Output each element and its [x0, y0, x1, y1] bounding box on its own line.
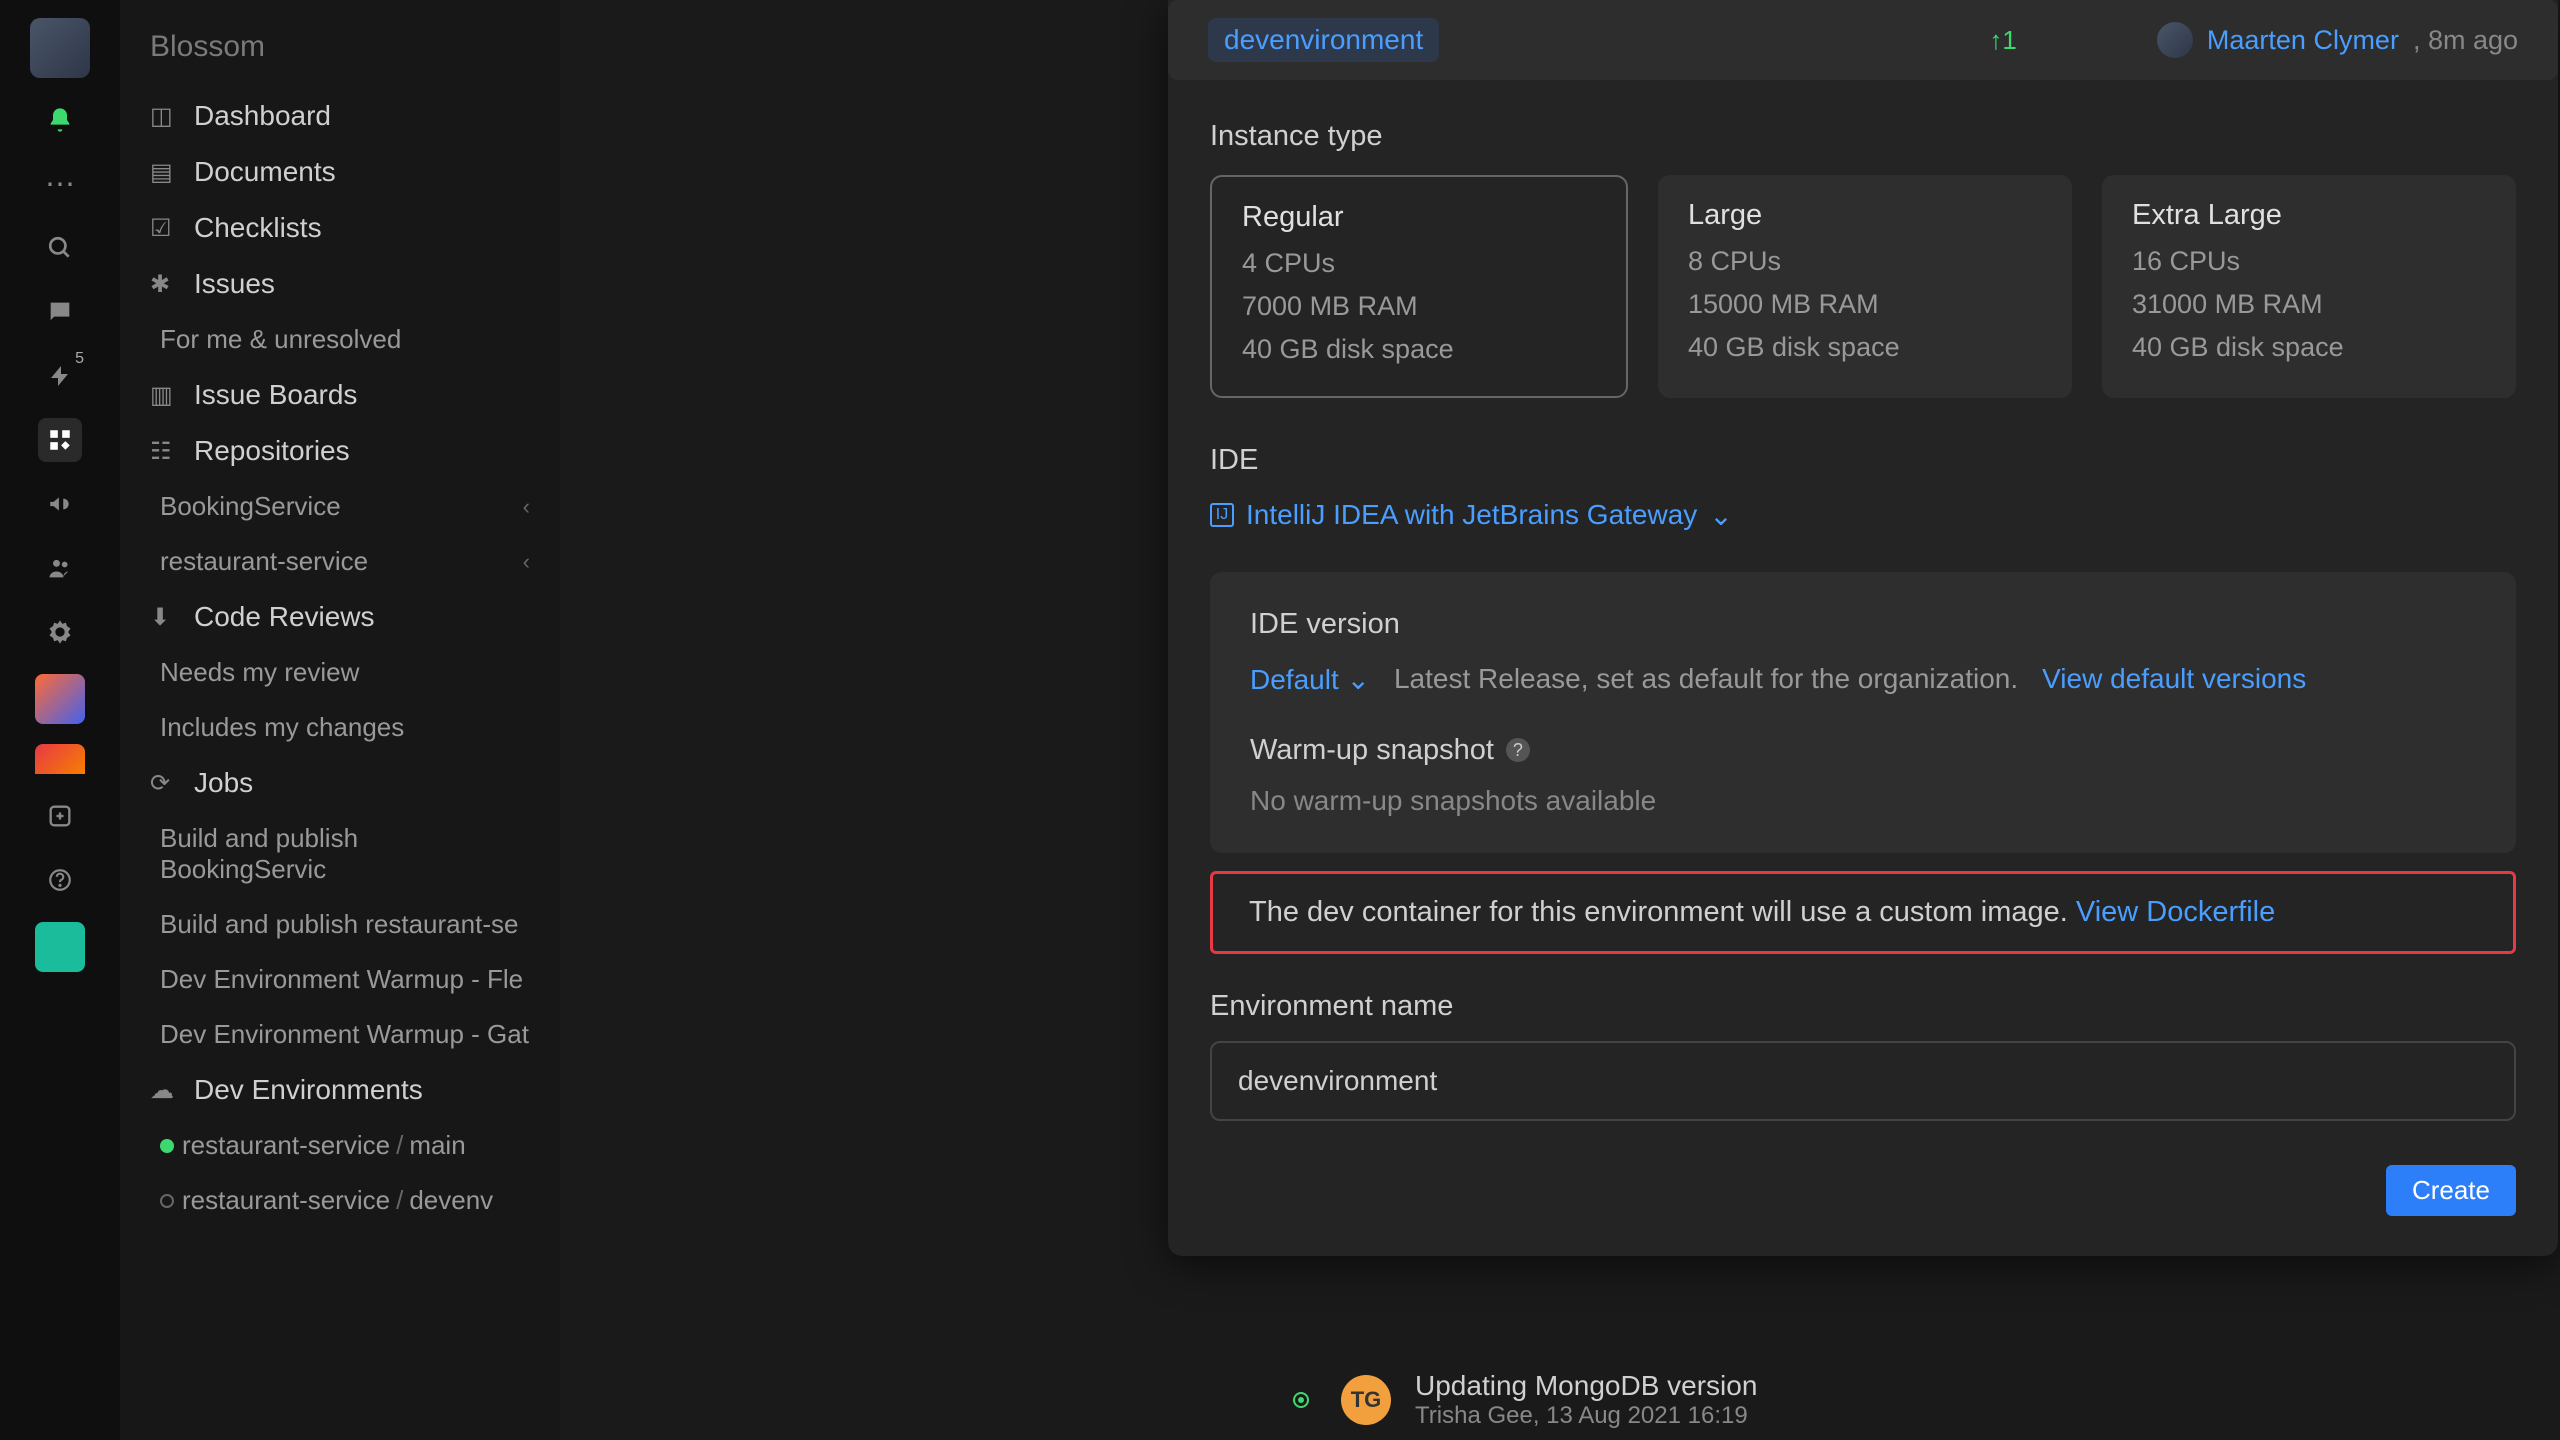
modal-header-row: devenvironment ↑1 Maarten Clymer , 8m ag…: [1168, 0, 2558, 80]
help-icon[interactable]: [38, 858, 82, 902]
nav-dashboard[interactable]: ◫Dashboard: [120, 88, 560, 144]
nav-jobs[interactable]: ⟳Jobs: [120, 755, 560, 811]
author-time: , 8m ago: [2413, 25, 2518, 56]
instance-regular[interactable]: Regular 4 CPUs 7000 MB RAM 40 GB disk sp…: [1210, 175, 1628, 398]
status-dot-empty: [160, 1194, 174, 1208]
nav-job-4[interactable]: Dev Environment Warmup - Gat: [120, 1007, 560, 1062]
nav-needs-review[interactable]: Needs my review: [120, 645, 560, 700]
search-icon[interactable]: [38, 226, 82, 270]
nav-issues-filter[interactable]: For me & unresolved: [120, 312, 560, 367]
icon-rail: ⋯ 5: [0, 0, 120, 1440]
author-info: Maarten Clymer , 8m ago: [2157, 22, 2518, 58]
settings-icon[interactable]: [38, 610, 82, 654]
ide-version-desc: Latest Release, set as default for the o…: [1394, 663, 2018, 695]
nav-dev-envs[interactable]: ☁Dev Environments: [120, 1062, 560, 1118]
ide-version-label: IDE version: [1250, 608, 2476, 641]
nav-checklists[interactable]: ☑Checklists: [120, 200, 560, 256]
more-icon[interactable]: ⋯: [38, 162, 82, 206]
add-workspace-icon[interactable]: [38, 794, 82, 838]
bolt-badge: 5: [75, 350, 84, 368]
branch-tag[interactable]: devenvironment: [1208, 18, 1439, 62]
env-name-input[interactable]: [1210, 1041, 2516, 1121]
nav-code-reviews[interactable]: ⬇Code Reviews: [120, 589, 560, 645]
main-area: Settings Open in IDE Clone... Filter by …: [560, 0, 2560, 1440]
commit-avatar: TG: [1341, 1375, 1391, 1425]
nav-issue-boards[interactable]: ▥Issue Boards: [120, 367, 560, 423]
help-icon[interactable]: ?: [1506, 738, 1530, 762]
commits-ahead: ↑1: [1989, 25, 2016, 56]
nav-env-1[interactable]: restaurant-service/main: [120, 1118, 560, 1173]
ide-version-dropdown[interactable]: Default ⌄: [1250, 663, 1370, 696]
create-dev-env-modal: devenvironment ↑1 Maarten Clymer , 8m ag…: [1168, 0, 2558, 1256]
instance-type-label: Instance type: [1210, 120, 2516, 153]
chevron-left-icon: ‹: [523, 494, 530, 520]
author-name[interactable]: Maarten Clymer: [2207, 25, 2399, 56]
instance-type-cards: Regular 4 CPUs 7000 MB RAM 40 GB disk sp…: [1210, 175, 2516, 398]
intellij-icon: IJ: [1210, 503, 1234, 527]
workspace-icon-1[interactable]: [35, 674, 85, 724]
nav-issues[interactable]: ✱Issues: [120, 256, 560, 312]
project-name: Blossom: [120, 30, 560, 88]
ide-selector[interactable]: IJ IntelliJ IDEA with JetBrains Gateway …: [1210, 499, 1733, 532]
commit-author-date: Trisha Gee, 13 Aug 2021 16:19: [1415, 1402, 1757, 1430]
nav-job-3[interactable]: Dev Environment Warmup - Fle: [120, 952, 560, 1007]
nav-env-2[interactable]: restaurant-service/devenv: [120, 1173, 560, 1228]
env-name-section: Environment name: [1168, 990, 2558, 1121]
chat-icon[interactable]: [38, 290, 82, 334]
team-icon[interactable]: [38, 546, 82, 590]
megaphone-icon[interactable]: [38, 482, 82, 526]
workspace-icon-2[interactable]: [35, 744, 85, 774]
create-button[interactable]: Create: [2386, 1165, 2516, 1216]
chevron-left-icon: ‹: [523, 549, 530, 575]
commit-graph-dot: [1295, 1394, 1307, 1406]
ide-config-box: IDE version Default ⌄ Latest Release, se…: [1210, 572, 2516, 853]
notifications-icon[interactable]: [38, 98, 82, 142]
env-name-label: Environment name: [1210, 990, 2516, 1023]
bolt-icon[interactable]: 5: [38, 354, 82, 398]
nav-repo-booking[interactable]: BookingService‹: [120, 479, 560, 534]
user-avatar[interactable]: [30, 18, 90, 78]
view-dockerfile-link[interactable]: View Dockerfile: [2076, 896, 2275, 928]
apps-icon[interactable]: [38, 418, 82, 462]
commit-msg: Updating MongoDB version: [1415, 1370, 1757, 1402]
view-versions-link[interactable]: View default versions: [2042, 663, 2306, 695]
nav-job-1[interactable]: Build and publish BookingServic: [120, 811, 560, 897]
sidebar: Blossom ◫Dashboard ▤Documents ☑Checklist…: [120, 0, 560, 1440]
nav-job-2[interactable]: Build and publish restaurant-se: [120, 897, 560, 952]
ide-label: IDE: [1210, 444, 2516, 477]
chevron-down-icon: ⌄: [1709, 499, 1732, 532]
status-dot-green: [160, 1139, 174, 1153]
nav-documents[interactable]: ▤Documents: [120, 144, 560, 200]
workspace-icon-teal[interactable]: [35, 922, 85, 972]
no-warmup-text: No warm-up snapshots available: [1250, 785, 2476, 817]
nav-repositories[interactable]: ☷Repositories: [120, 423, 560, 479]
chevron-down-icon: ⌄: [1347, 664, 1370, 695]
nav-my-changes[interactable]: Includes my changes: [120, 700, 560, 755]
instance-large[interactable]: Large 8 CPUs 15000 MB RAM 40 GB disk spa…: [1658, 175, 2072, 398]
author-avatar: [2157, 22, 2193, 58]
dockerfile-notice: The dev container for this environment w…: [1210, 871, 2516, 954]
commit-row[interactable]: TG Updating MongoDB version Trisha Gee, …: [1295, 1370, 1757, 1430]
nav-repo-restaurant[interactable]: restaurant-service‹: [120, 534, 560, 589]
instance-xlarge[interactable]: Extra Large 16 CPUs 31000 MB RAM 40 GB d…: [2102, 175, 2516, 398]
warmup-label: Warm-up snapshot ?: [1250, 734, 2476, 767]
